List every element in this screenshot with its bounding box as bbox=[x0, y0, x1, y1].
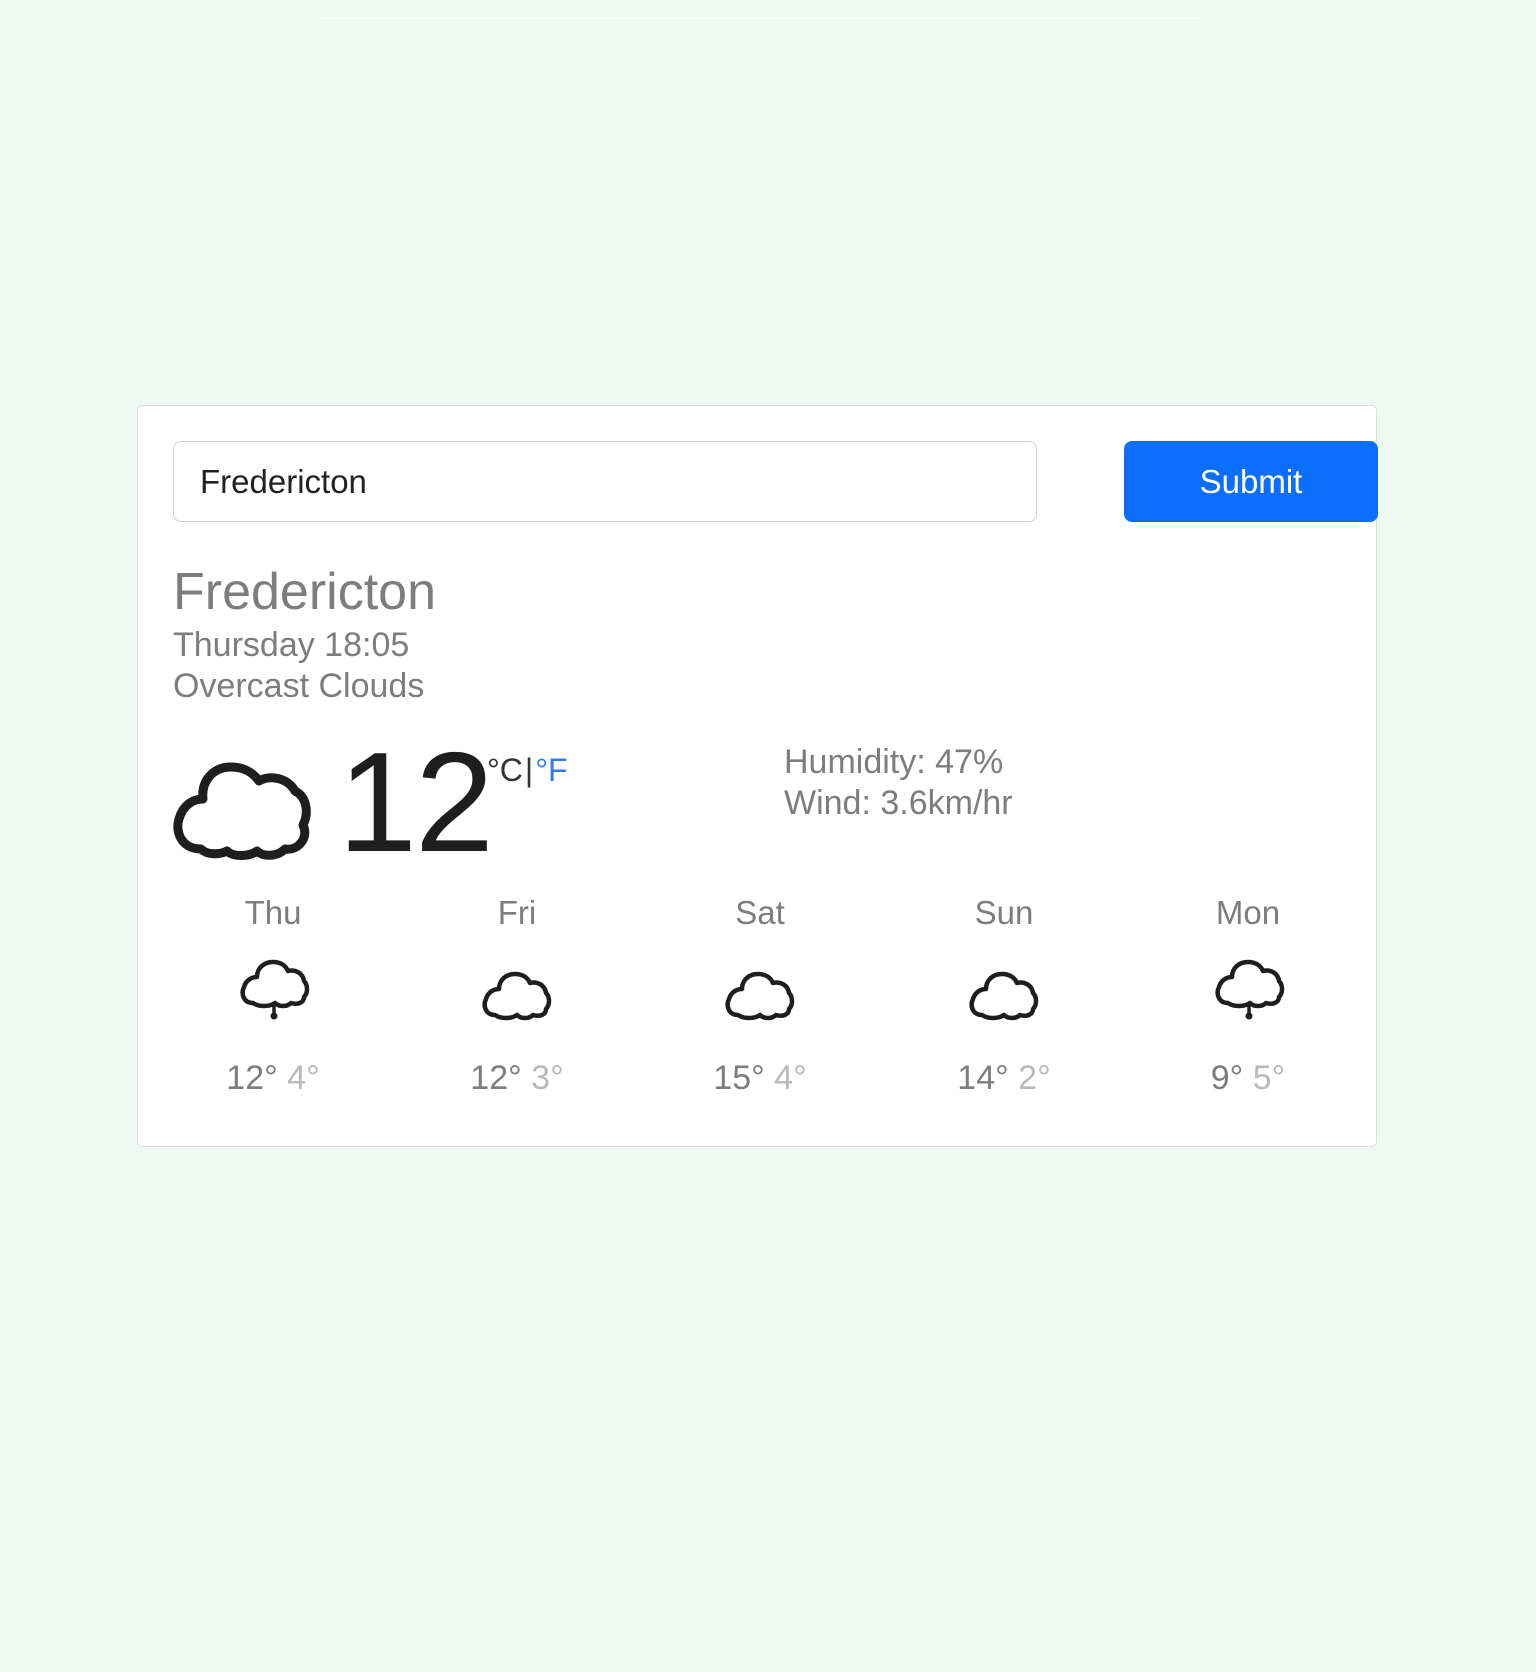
forecast-low: 5° bbox=[1252, 1059, 1286, 1097]
forecast-day-name: Sun bbox=[974, 894, 1034, 931]
forecast-high: 15° bbox=[713, 1059, 765, 1097]
forecast-day: Thu 12° 4° bbox=[173, 896, 373, 1095]
weather-description: Overcast Clouds bbox=[173, 667, 425, 705]
forecast-high: 12° bbox=[226, 1059, 278, 1097]
forecast-low: 2° bbox=[1018, 1059, 1051, 1097]
forecast-low: 3° bbox=[531, 1059, 564, 1097]
forecast-row: Thu 12° 4° Fri 12° 3° Sat 15° 4° Sun 14°… bbox=[173, 896, 1393, 1116]
cloud-icon bbox=[969, 971, 1039, 1021]
forecast-day-name: Thu bbox=[244, 894, 302, 931]
forecast-high: 9° bbox=[1210, 1059, 1244, 1097]
forecast-day: Mon 9° 5° bbox=[1148, 896, 1348, 1095]
forecast-day: Sun 14° 2° bbox=[904, 896, 1104, 1095]
cloud-icon bbox=[173, 762, 311, 860]
current-datetime: Thursday 18:05 bbox=[173, 626, 410, 664]
unit-toggle: °C|°F bbox=[487, 754, 568, 786]
forecast-temps: 15° 4° bbox=[660, 1061, 860, 1095]
forecast-day-name: Mon bbox=[1215, 894, 1281, 931]
forecast-high: 14° bbox=[957, 1059, 1009, 1097]
forecast-day: Fri 12° 3° bbox=[417, 896, 617, 1095]
forecast-temps: 12° 4° bbox=[173, 1061, 373, 1095]
city-search-input[interactable] bbox=[173, 441, 1037, 522]
top-divider bbox=[320, 17, 1202, 19]
fahrenheit-link[interactable]: °F bbox=[535, 752, 567, 788]
forecast-temps: 14° 2° bbox=[904, 1061, 1104, 1095]
city-name: Fredericton bbox=[173, 563, 436, 621]
cloud-icon bbox=[482, 971, 552, 1021]
cloud-rain-icon bbox=[240, 959, 310, 1020]
weather-details: Humidity: 47% Wind: 3.6km/hr bbox=[784, 742, 1013, 824]
celsius-unit: °C bbox=[487, 752, 523, 788]
submit-button[interactable]: Submit bbox=[1124, 441, 1378, 522]
forecast-day: Sat 15° 4° bbox=[660, 896, 860, 1095]
cloud-rain-icon bbox=[1215, 959, 1285, 1020]
forecast-day-name: Fri bbox=[497, 894, 537, 931]
forecast-low: 4° bbox=[774, 1059, 807, 1097]
cloud-icon bbox=[725, 971, 795, 1021]
forecast-low: 4° bbox=[287, 1059, 320, 1097]
weather-card: Submit Fredericton Thursday 18:05 Overca… bbox=[137, 405, 1378, 1147]
wind: Wind: 3.6km/hr bbox=[784, 784, 1013, 822]
search-form: Submit bbox=[173, 441, 1378, 522]
humidity: Humidity: 47% bbox=[784, 743, 1004, 781]
forecast-temps: 9° 5° bbox=[1148, 1061, 1348, 1095]
current-temperature: 12 bbox=[338, 723, 494, 882]
forecast-temps: 12° 3° bbox=[417, 1061, 617, 1095]
unit-separator: | bbox=[524, 752, 534, 788]
forecast-high: 12° bbox=[470, 1059, 522, 1097]
forecast-day-name: Sat bbox=[735, 894, 785, 931]
